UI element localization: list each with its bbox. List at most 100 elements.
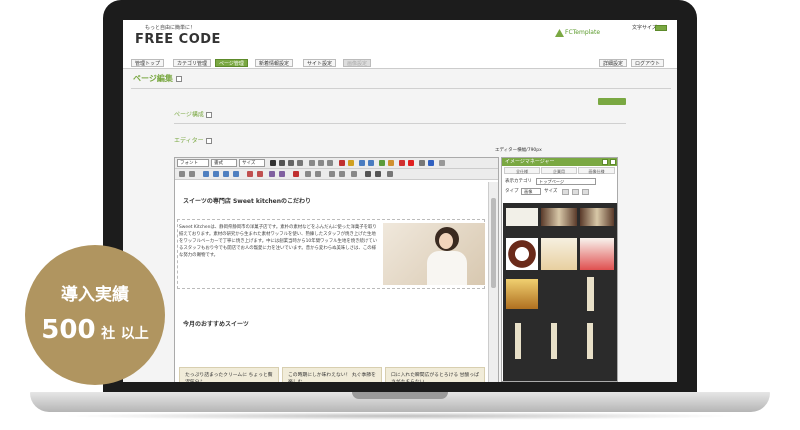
nav-image-settings[interactable]: 画像設定 — [343, 59, 372, 67]
source-icon[interactable] — [439, 160, 445, 166]
rich-text-editor[interactable]: フォント 書式 サイズ スイーツの専門店 Sweet kitchenのこだわり … — [174, 157, 499, 382]
nav-admin-top[interactable]: 管理トップ — [131, 59, 165, 67]
text-size-icon[interactable] — [375, 171, 381, 177]
section-structure-title: ページ構成 — [174, 112, 212, 119]
nav-news-settings[interactable]: 新着情報設定 — [255, 59, 294, 67]
link-icon[interactable] — [359, 160, 365, 166]
help-icon[interactable] — [205, 112, 212, 118]
superscript-icon[interactable] — [279, 171, 285, 177]
section-structure-text: ページ構成 — [174, 111, 204, 119]
card-text: たっぷり詰まったクリームに ちょっと贅沢気分♪ — [185, 373, 273, 382]
image-thumbnail[interactable] — [515, 323, 521, 359]
header-tagline: もっと自由に簡単に！ — [145, 25, 196, 31]
indent-icon[interactable] — [179, 171, 185, 177]
nav-page-manage[interactable]: ページ管理 — [215, 59, 248, 67]
redo-icon[interactable] — [257, 171, 263, 177]
laptop-screen: もっと自由に簡単に！ FREE CODE FCTemplate 文字サイズ 管理… — [123, 20, 677, 382]
subscript-icon[interactable] — [269, 171, 275, 177]
editor-scrollbar[interactable] — [488, 182, 498, 382]
paste-text-icon[interactable] — [305, 171, 311, 177]
font-select[interactable]: フォント — [177, 159, 209, 167]
nav-logout[interactable]: ログアウト — [631, 59, 665, 67]
youtube-icon[interactable] — [408, 160, 414, 166]
image-thumbnail[interactable] — [506, 208, 538, 226]
image-manager-panel: イメージマネージャー 全仕様 企業用 画像仕様 表示カテゴリ トップページ タイ… — [501, 157, 618, 382]
underline-icon[interactable] — [288, 160, 294, 166]
select-all-icon[interactable] — [351, 171, 357, 177]
panel-close-icon[interactable] — [610, 159, 616, 165]
help-icon[interactable] — [205, 138, 212, 144]
tab-all[interactable]: 全仕様 — [504, 167, 540, 174]
replace-icon[interactable] — [339, 171, 345, 177]
laptop-mockup: もっと自由に簡単に！ FREE CODE FCTemplate 文字サイズ 管理… — [0, 0, 800, 430]
blockquote-icon[interactable] — [223, 171, 229, 177]
italic-icon[interactable] — [279, 160, 285, 166]
achievement-badge: 導入実績 500 社 以上 — [25, 245, 165, 385]
size-medium-icon[interactable] — [572, 189, 579, 195]
image-thumbnail[interactable] — [506, 279, 538, 309]
flash-icon[interactable] — [388, 160, 394, 166]
display-category-label: 表示カテゴリ — [505, 179, 532, 184]
collapse-toggle[interactable] — [598, 98, 626, 105]
clear-format-icon[interactable] — [293, 171, 299, 177]
editor-width-label: エディター横幅/790px — [495, 148, 542, 153]
page-title: ページ編集 — [133, 75, 182, 83]
scrollbar-thumb[interactable] — [491, 198, 496, 288]
align-right-icon[interactable] — [327, 160, 333, 166]
font-size-toggle[interactable] — [655, 25, 667, 31]
nav-site-settings[interactable]: サイト設定 — [303, 59, 337, 67]
doc-subheading: 今月のおすすめスイーツ — [183, 321, 249, 328]
size-small-icon[interactable] — [562, 189, 569, 195]
image-thumbnail[interactable] — [587, 323, 593, 359]
badge-line2: 500 社 以上 — [25, 317, 165, 343]
card-text: 口に入れた瞬間広がるとろける 甘酸っぱさがたまらない — [391, 373, 479, 382]
photo-figure-face — [439, 233, 453, 249]
nav-advanced[interactable]: 詳細設定 — [599, 59, 628, 67]
table-icon[interactable] — [428, 160, 434, 166]
highlight-icon[interactable] — [348, 160, 354, 166]
image-thumbnail[interactable] — [580, 238, 614, 270]
list-number-icon[interactable] — [213, 171, 219, 177]
tab-company[interactable]: 企業用 — [541, 167, 577, 174]
div-icon[interactable] — [233, 171, 239, 177]
image-thumbnail[interactable] — [541, 238, 577, 270]
paste-word-icon[interactable] — [315, 171, 321, 177]
undo-icon[interactable] — [247, 171, 253, 177]
tab-image-spec[interactable]: 画像仕様 — [578, 167, 615, 174]
special-char-icon[interactable] — [387, 171, 393, 177]
type-label: タイプ — [505, 189, 519, 194]
bold-icon[interactable] — [270, 160, 276, 166]
text-format-icon[interactable] — [365, 171, 371, 177]
editor-document[interactable]: スイーツの専門店 Sweet kitchenのこだわり Sweet Kitche… — [175, 182, 488, 382]
image-icon[interactable] — [379, 160, 385, 166]
panel-minimize-icon[interactable] — [602, 159, 608, 165]
image-thumbnail[interactable] — [580, 208, 614, 226]
text-color-icon[interactable] — [339, 160, 345, 166]
list-bullet-icon[interactable] — [203, 171, 209, 177]
size-large-icon[interactable] — [582, 189, 589, 195]
fc-template-logo: FCTemplate — [565, 29, 601, 36]
align-center-icon[interactable] — [318, 160, 324, 166]
nav-category[interactable]: カテゴリ管理 — [173, 59, 212, 67]
size-select[interactable]: サイズ — [239, 159, 265, 167]
find-icon[interactable] — [329, 171, 335, 177]
help-icon[interactable] — [175, 75, 182, 82]
image-thumbnail[interactable] — [506, 238, 538, 270]
app-header: もっと自由に簡単に！ FREE CODE FCTemplate 文字サイズ — [123, 20, 677, 60]
fc-logo-icon — [555, 29, 564, 37]
strike-icon[interactable] — [297, 160, 303, 166]
image-thumbnail[interactable] — [587, 277, 594, 311]
display-category-select[interactable]: トップページ — [536, 178, 596, 185]
main-nav: 管理トップ カテゴリ管理 ページ管理 新着情報設定 サイト設定 画像設定 詳細設… — [123, 58, 677, 69]
outdent-icon[interactable] — [189, 171, 195, 177]
image-thumbnail[interactable] — [541, 208, 577, 226]
map-pin-icon[interactable] — [399, 160, 405, 166]
align-left-icon[interactable] — [309, 160, 315, 166]
type-select[interactable]: 画像 — [521, 188, 541, 195]
image-thumbnail[interactable] — [551, 323, 557, 359]
unlink-icon[interactable] — [368, 160, 374, 166]
section-editor-title: エディター — [174, 138, 212, 145]
hr-icon[interactable] — [419, 160, 425, 166]
freecode-logo[interactable]: FREE CODE — [135, 33, 221, 46]
format-select[interactable]: 書式 — [211, 159, 237, 167]
